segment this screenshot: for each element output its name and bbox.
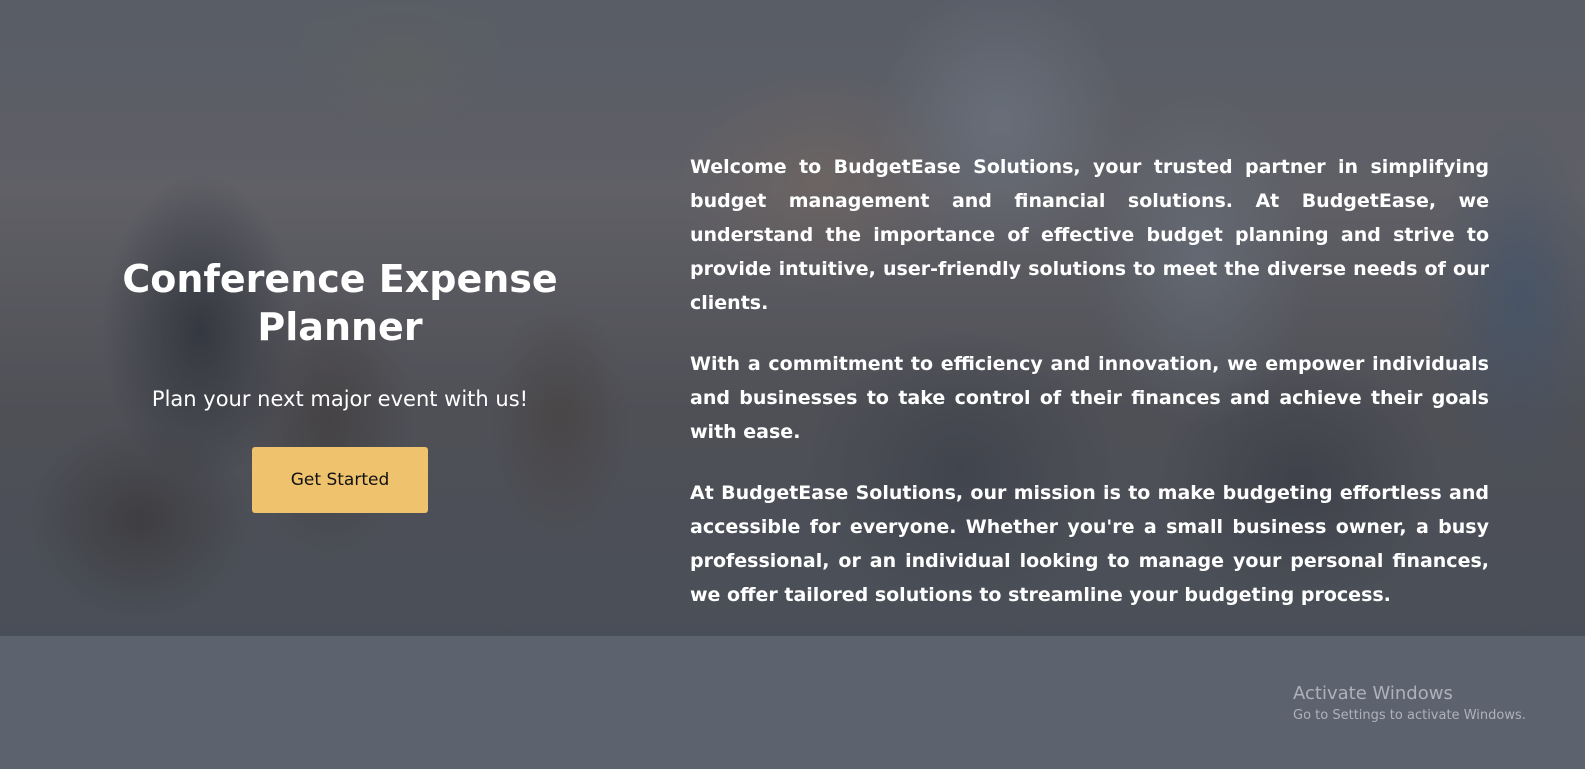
hero-left-column: Conference Expense Planner Plan your nex… xyxy=(100,255,580,513)
about-paragraph: At BudgetEase Solutions, our mission is … xyxy=(690,482,1489,606)
get-started-button[interactable]: Get Started xyxy=(252,447,428,513)
activate-windows-watermark: Activate Windows Go to Settings to activ… xyxy=(1293,682,1526,726)
about-us-section: Welcome to BudgetEase Solutions, your tr… xyxy=(690,150,1489,639)
landing-page: Conference Expense Planner Plan your nex… xyxy=(0,0,1585,769)
activate-windows-title: Activate Windows xyxy=(1293,683,1453,704)
hero-subtitle: Plan your next major event with us! xyxy=(151,387,529,411)
hero-title: Conference Expense Planner xyxy=(122,257,558,349)
about-paragraph: With a commitment to efficiency and inno… xyxy=(690,353,1489,443)
about-paragraph: Welcome to BudgetEase Solutions, your tr… xyxy=(690,156,1489,314)
activate-windows-subtitle: Go to Settings to activate Windows. xyxy=(1293,708,1526,723)
